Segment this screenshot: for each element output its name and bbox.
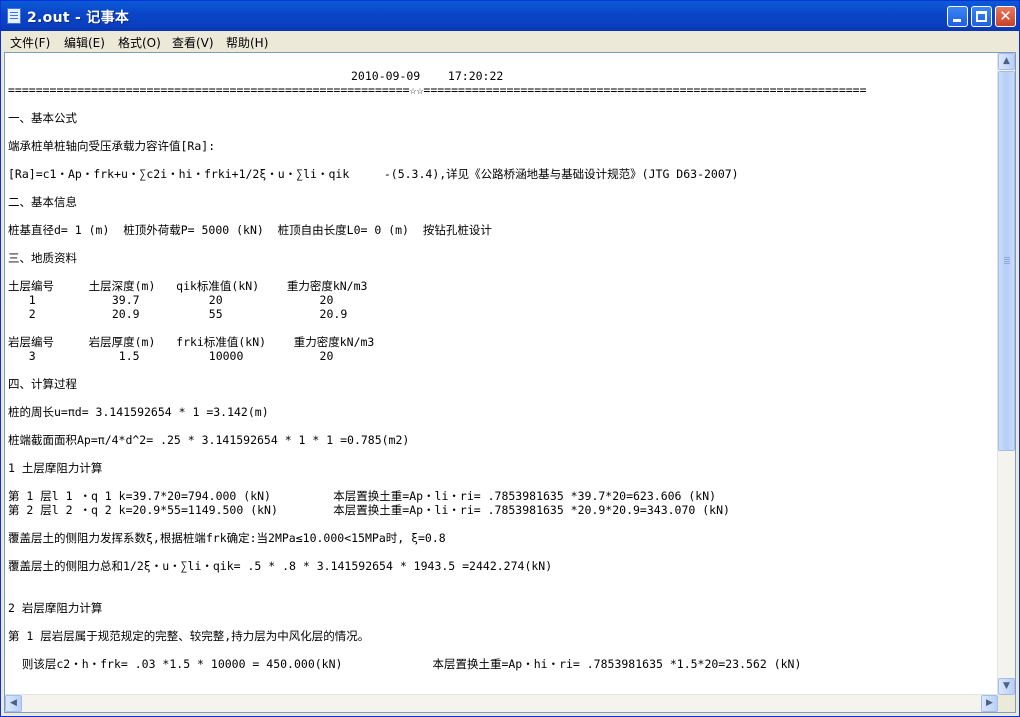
menu-help[interactable]: 帮助(H) — [226, 34, 268, 51]
menu-edit[interactable]: 编辑(E) — [64, 34, 105, 51]
vertical-scrollbar[interactable]: ▲ ▼ — [997, 53, 1015, 695]
scroll-left-button[interactable]: ◀ — [5, 695, 22, 712]
separator-line: ========================================… — [8, 83, 867, 97]
perimeter-line: 桩的周长u=πd= 3.141592654 * 1 =3.142(m) — [8, 405, 269, 419]
grip-icon — [1004, 257, 1010, 258]
window-title: 2.out - 记事本 — [27, 10, 130, 26]
minimize-icon — [953, 19, 961, 22]
layer-2-line: 第 2 层l 2 ・q 2 k=20.9*55=1149.500 (kN) 本层… — [8, 503, 730, 517]
section-basic-info: 二、基本信息 — [8, 195, 77, 209]
title-bar[interactable]: 2.out - 记事本 ✕ — [1, 1, 1019, 31]
notepad-icon[interactable] — [7, 8, 21, 24]
chevron-down-icon: ▼ — [1003, 681, 1010, 691]
section-geology: 三、地质资料 — [8, 251, 77, 265]
rock-description-line: 第 1 层岩层属于规范规定的完整、较完整,持力层为中风化层的情况。 — [8, 629, 370, 643]
soil-table-header: 土层编号 土层深度(m) qik标准值(kN) 重力密度kN/m3 — [8, 279, 368, 293]
rock-table-row: 3 1.5 10000 20 — [8, 349, 334, 363]
horizontal-scrollbar[interactable]: ◀ ▶ — [5, 694, 998, 712]
rock-table-header: 岩层编号 岩层厚度(m) frki标准值(kN) 重力密度kN/m3 — [8, 335, 375, 349]
scroll-right-button[interactable]: ▶ — [981, 695, 998, 712]
maximize-button[interactable] — [971, 6, 992, 27]
scroll-up-button[interactable]: ▲ — [998, 53, 1015, 70]
formula-line: [Ra]=c1・Ap・frk+u・∑c2i・hi・frki+1/2ξ・u・∑li… — [8, 167, 739, 181]
chevron-left-icon: ◀ — [10, 698, 17, 708]
maximize-icon — [976, 11, 987, 22]
soil-table-row: 2 20.9 55 20.9 — [8, 307, 348, 321]
chevron-right-icon: ▶ — [986, 698, 993, 708]
close-icon: ✕ — [999, 7, 1012, 25]
rock-friction-title: 2 岩层摩阻力计算 — [8, 601, 103, 615]
chevron-up-icon: ▲ — [1003, 56, 1010, 66]
scrollbar-corner — [998, 695, 1015, 712]
coefficient-line: 覆盖层土的侧阻力发挥系数ξ,根据桩端frk确定:当2MPa≤10.000<15M… — [8, 531, 446, 545]
menu-file[interactable]: 文件(F) — [10, 34, 50, 51]
section-calculation: 四、计算过程 — [8, 377, 77, 391]
close-button[interactable]: ✕ — [995, 6, 1016, 27]
menu-view[interactable]: 查看(V) — [172, 34, 214, 51]
basic-info-line: 桩基直径d= 1 (m) 桩顶外荷载P= 5000 (kN) 桩顶自由长度L0=… — [8, 223, 492, 237]
soil-friction-title: 1 土层摩阻力计算 — [8, 461, 103, 475]
layer-1-line: 第 1 层l 1 ・q 1 k=39.7*20=794.000 (kN) 本层置… — [8, 489, 717, 503]
area-line: 桩端截面面积Ap=π/4*d^2= .25 * 3.141592654 * 1 … — [8, 433, 410, 447]
total-friction-line: 覆盖层土的侧阻力总和1/2ξ・u・∑li・qik= .5 * .8 * 3.14… — [8, 559, 553, 573]
rock-calc-line: 则该层c2・h・frk= .03 *1.5 * 10000 = 450.000(… — [8, 657, 802, 671]
text-editor[interactable]: 2010-09-09 17:20:22 ====================… — [4, 52, 1016, 713]
datetime-line: 2010-09-09 17:20:22 — [351, 69, 504, 83]
notepad-window: 2.out - 记事本 ✕ 文件(F) 编辑(E) 格式(O) 查看(V) 帮助… — [0, 0, 1020, 717]
section-basic-formula: 一、基本公式 — [8, 111, 77, 125]
vertical-scroll-thumb[interactable] — [998, 71, 1015, 451]
soil-table-row: 1 39.7 20 20 — [8, 293, 334, 307]
formula-title: 端承桩单桩轴向受压承载力容许值[Ra]: — [8, 139, 216, 153]
text-content[interactable]: 2010-09-09 17:20:22 ====================… — [8, 53, 998, 693]
menu-format[interactable]: 格式(O) — [118, 34, 161, 51]
minimize-button[interactable] — [947, 6, 968, 27]
scroll-down-button[interactable]: ▼ — [998, 678, 1015, 695]
menu-bar: 文件(F) 编辑(E) 格式(O) 查看(V) 帮助(H) — [1, 31, 1019, 51]
